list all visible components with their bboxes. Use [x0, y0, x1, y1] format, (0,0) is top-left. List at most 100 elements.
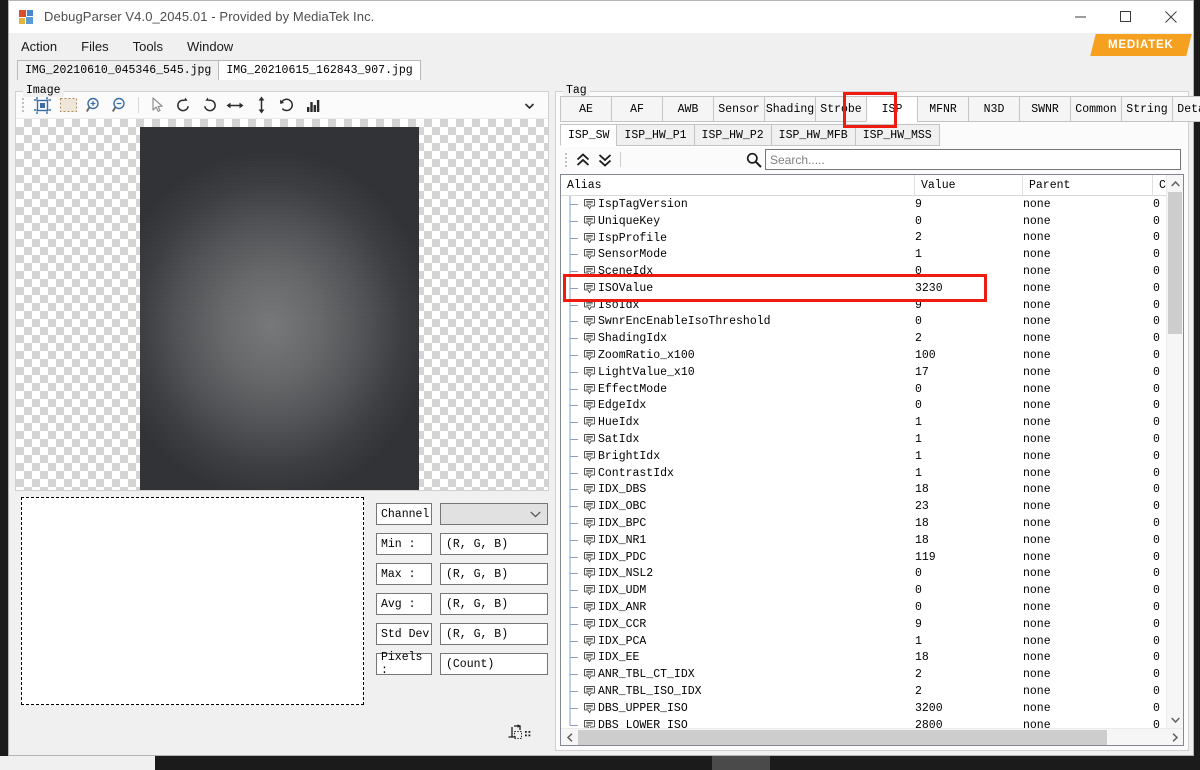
column-header-alias[interactable]: Alias [561, 175, 915, 195]
tab-string[interactable]: String [1121, 96, 1173, 122]
min-value[interactable]: (R, G, B) [440, 533, 548, 555]
table-row[interactable]: ANR_TBL_CT_IDX 2 none 0 [561, 666, 1183, 684]
table-row[interactable]: ANR_TBL_ISO_IDX 2 none 0 [561, 683, 1183, 701]
table-row[interactable]: EffectMode 0 none 0 [561, 380, 1183, 398]
rotate-left-icon[interactable] [170, 94, 196, 117]
table-horizontal-scrollbar[interactable] [561, 728, 1183, 745]
taskbar-active-item[interactable] [712, 756, 770, 770]
table-row[interactable]: EdgeIdx 0 none 0 [561, 397, 1183, 415]
table-row[interactable]: IspProfile 2 none 0 [561, 229, 1183, 247]
pointer-icon[interactable] [144, 94, 170, 117]
flip-horizontal-icon[interactable] [222, 94, 248, 117]
histogram-icon[interactable] [300, 94, 326, 117]
horizontal-scroll-thumb[interactable] [578, 729, 1108, 745]
scroll-down-button[interactable] [1167, 711, 1183, 728]
tab-sensor[interactable]: Sensor [713, 96, 765, 122]
table-row[interactable]: IspTagVersion 9 none 0 [561, 196, 1183, 213]
close-button[interactable] [1148, 1, 1193, 33]
tab-shading[interactable]: Shading [764, 96, 816, 122]
menu-item-files[interactable]: Files [69, 37, 120, 56]
toolbar-drag-handle[interactable] [20, 97, 27, 113]
table-row[interactable]: DBS_UPPER_ISO 3200 none 0 [561, 699, 1183, 717]
menu-item-tools[interactable]: Tools [121, 37, 175, 56]
table-row[interactable]: ISOValue 3230 none 0 [561, 279, 1183, 297]
stddev-value[interactable]: (R, G, B) [440, 623, 548, 645]
search-input[interactable]: Search..... [765, 149, 1181, 170]
table-row[interactable]: IsoIdx 9 none 0 [561, 296, 1183, 314]
table-vertical-scrollbar[interactable] [1166, 175, 1183, 728]
table-row[interactable]: ContrastIdx 1 none 0 [561, 464, 1183, 482]
minimize-button[interactable] [1058, 1, 1103, 33]
max-value[interactable]: (R, G, B) [440, 563, 548, 585]
cell-parent: none [1023, 281, 1051, 295]
tab-swnr[interactable]: SWNR [1019, 96, 1071, 122]
subtab-isp-sw[interactable]: ISP_SW [560, 124, 618, 146]
table-row[interactable]: ShadingIdx 2 none 0 [561, 330, 1183, 348]
tab-ae[interactable]: AE [560, 96, 612, 122]
tab-isp[interactable]: ISP [866, 96, 918, 122]
document-tab-2[interactable]: IMG_20210615_162843_907.jpg [218, 60, 421, 80]
menu-item-action[interactable]: Action [9, 37, 69, 56]
zoom-in-icon[interactable] [81, 94, 107, 117]
table-row[interactable]: BrightIdx 1 none 0 [561, 447, 1183, 465]
avg-value[interactable]: (R, G, B) [440, 593, 548, 615]
table-row[interactable]: IDX_EE 18 none 0 [561, 649, 1183, 667]
table-row[interactable]: LightValue_x10 17 none 0 [561, 363, 1183, 381]
table-row[interactable]: SwnrEncEnableIsoThreshold 0 none 0 [561, 313, 1183, 331]
cell-alias: IDX_PCA [561, 632, 915, 650]
table-row[interactable]: IDX_UDM 0 none 0 [561, 582, 1183, 600]
horizontal-scroll-track[interactable] [578, 729, 1166, 746]
subtab-isp-hw-mss[interactable]: ISP_HW_MSS [854, 124, 940, 146]
table-row[interactable]: IDX_OBC 23 none 0 [561, 498, 1183, 516]
scroll-right-button[interactable] [1166, 729, 1183, 746]
scroll-left-button[interactable] [561, 729, 578, 746]
table-row[interactable]: IDX_DBS 18 none 0 [561, 481, 1183, 499]
table-row[interactable]: ZoomRatio_x100 100 none 0 [561, 347, 1183, 365]
histogram-panel[interactable] [21, 497, 364, 705]
channel-select[interactable] [440, 503, 548, 525]
tab-awb[interactable]: AWB [662, 96, 714, 122]
maximize-button[interactable] [1103, 1, 1148, 33]
table-row[interactable]: IDX_ANR 0 none 0 [561, 599, 1183, 617]
tab-detail[interactable]: Detail [1172, 96, 1200, 122]
document-tab-1[interactable]: IMG_20210610_045346_545.jpg [17, 60, 220, 80]
column-header-parent[interactable]: Parent [1023, 175, 1153, 195]
resize-grip-icon[interactable] [507, 723, 541, 745]
table-row[interactable]: IDX_PDC 119 none 0 [561, 548, 1183, 566]
toolbar-overflow-chevron-down-icon[interactable] [524, 96, 535, 114]
reset-icon[interactable] [274, 94, 300, 117]
table-body[interactable]: IspTagVersion 9 none 0 UniqueKey 0 none 0 IspPro… [561, 196, 1183, 745]
search-toolbar-drag-handle[interactable] [563, 152, 570, 168]
subtab-isp-hw-mfb[interactable]: ISP_HW_MFB [770, 124, 856, 146]
pixels-value[interactable]: (Count) [440, 653, 548, 675]
vertical-scroll-thumb[interactable] [1168, 192, 1182, 334]
table-row[interactable]: IDX_NSL2 0 none 0 [561, 565, 1183, 583]
table-row[interactable]: HueIdx 1 none 0 [561, 414, 1183, 432]
column-header-value[interactable]: Value [915, 175, 1023, 195]
subtab-isp-hw-p1[interactable]: ISP_HW_P1 [616, 124, 695, 146]
table-row[interactable]: SceneIdx 0 none 0 [561, 263, 1183, 281]
zoom-out-icon[interactable] [107, 94, 133, 117]
flip-vertical-icon[interactable] [248, 94, 274, 117]
table-row[interactable]: IDX_PCA 1 none 0 [561, 632, 1183, 650]
table-row[interactable]: SatIdx 1 none 0 [561, 431, 1183, 449]
image-canvas[interactable] [16, 119, 548, 490]
table-row[interactable]: IDX_BPC 18 none 0 [561, 515, 1183, 533]
vertical-scroll-track[interactable] [1167, 192, 1183, 711]
tab-n3d[interactable]: N3D [968, 96, 1020, 122]
tab-mfnr[interactable]: MFNR [917, 96, 969, 122]
tab-strobe[interactable]: Strobe [815, 96, 867, 122]
table-row[interactable]: UniqueKey 0 none 0 [561, 212, 1183, 230]
tab-af[interactable]: AF [611, 96, 663, 122]
subtab-isp-hw-p2[interactable]: ISP_HW_P2 [693, 124, 772, 146]
rotate-right-icon[interactable] [196, 94, 222, 117]
menu-item-window[interactable]: Window [175, 37, 245, 56]
table-row[interactable]: SensorMode 1 none 0 [561, 246, 1183, 264]
chevrons-down-icon[interactable] [594, 150, 616, 170]
table-row[interactable]: IDX_NR1 18 none 0 [561, 531, 1183, 549]
scroll-up-button[interactable] [1167, 175, 1183, 192]
table-row[interactable]: IDX_CCR 9 none 0 [561, 615, 1183, 633]
tab-common[interactable]: Common [1070, 96, 1122, 122]
chevrons-up-icon[interactable] [572, 150, 594, 170]
cell-parent: none [1023, 399, 1051, 413]
